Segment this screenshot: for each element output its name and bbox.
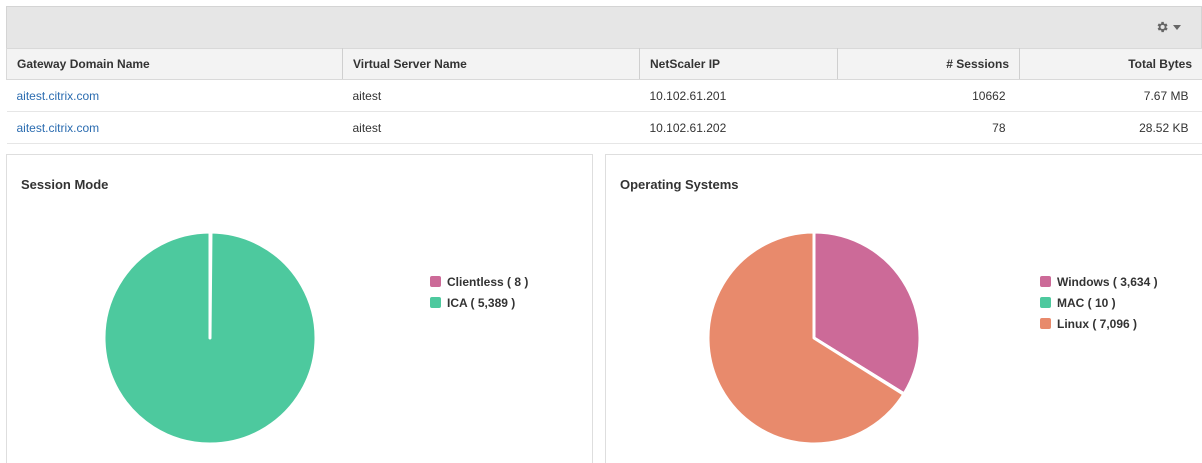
- gateway-domain-cell: aitest.citrix.com: [6, 79, 343, 112]
- sessions-cell: 10662: [837, 79, 1020, 112]
- column-header-netscaler-ip[interactable]: NetScaler IP: [639, 48, 838, 80]
- total-bytes-cell: 28.52 KB: [1019, 111, 1202, 144]
- table-row: aitest.citrix.com aitest 10.102.61.202 7…: [6, 111, 1202, 144]
- legend-swatch: [430, 276, 441, 287]
- legend-swatch: [1040, 276, 1051, 287]
- session-mode-panel: Session Mode Clientless ( 8 ) ICA ( 5,38…: [6, 154, 593, 463]
- legend-label: Linux ( 7,096 ): [1057, 316, 1138, 331]
- legend-label: MAC ( 10 ): [1057, 295, 1116, 310]
- column-header-sessions[interactable]: # Sessions: [837, 48, 1020, 80]
- legend-label: Clientless ( 8 ): [447, 274, 529, 289]
- total-bytes-cell: 7.67 MB: [1019, 79, 1202, 112]
- operating-systems-pie-chart: [706, 230, 922, 446]
- caret-down-icon: [1173, 24, 1181, 30]
- legend-item-windows[interactable]: Windows ( 3,634 ): [1040, 271, 1158, 292]
- legend-label: ICA ( 5,389 ): [447, 295, 516, 310]
- virtual-server-cell: aitest: [342, 111, 640, 144]
- session-mode-legend: Clientless ( 8 ) ICA ( 5,389 ): [430, 271, 528, 313]
- column-header-gateway-domain-name[interactable]: Gateway Domain Name: [6, 48, 343, 80]
- column-header-total-bytes[interactable]: Total Bytes: [1019, 48, 1202, 80]
- gateway-domain-link[interactable]: aitest.citrix.com: [17, 89, 100, 103]
- legend-label: Windows ( 3,634 ): [1057, 274, 1158, 289]
- operating-systems-panel: Operating Systems Windows ( 3,634 ) MAC …: [605, 154, 1202, 463]
- grid-toolbar: [6, 6, 1202, 48]
- virtual-server-cell: aitest: [342, 79, 640, 112]
- legend-item-ica[interactable]: ICA ( 5,389 ): [430, 292, 528, 313]
- legend-item-linux[interactable]: Linux ( 7,096 ): [1040, 313, 1158, 334]
- table-row: aitest.citrix.com aitest 10.102.61.201 1…: [6, 79, 1202, 112]
- sessions-cell: 78: [837, 111, 1020, 144]
- legend-item-mac[interactable]: MAC ( 10 ): [1040, 292, 1158, 313]
- legend-swatch: [430, 297, 441, 308]
- session-mode-title: Session Mode: [21, 177, 109, 192]
- gateway-domain-link[interactable]: aitest.citrix.com: [17, 121, 100, 135]
- legend-swatch: [1040, 318, 1051, 329]
- settings-menu-button[interactable]: [1155, 20, 1181, 34]
- pie-slice-ica[interactable]: [102, 230, 318, 446]
- operating-systems-title: Operating Systems: [620, 177, 739, 192]
- gateway-domain-cell: aitest.citrix.com: [6, 111, 343, 144]
- legend-item-clientless[interactable]: Clientless ( 8 ): [430, 271, 528, 292]
- netscaler-ip-cell: 10.102.61.201: [639, 79, 838, 112]
- table-header-row: Gateway Domain Name Virtual Server Name …: [6, 48, 1202, 80]
- operating-systems-legend: Windows ( 3,634 ) MAC ( 10 ) Linux ( 7,0…: [1040, 271, 1158, 334]
- session-mode-pie-chart: [102, 230, 318, 446]
- gateway-sessions-table: Gateway Domain Name Virtual Server Name …: [6, 48, 1202, 144]
- gear-icon: [1157, 21, 1168, 33]
- legend-swatch: [1040, 297, 1051, 308]
- netscaler-ip-cell: 10.102.61.202: [639, 111, 838, 144]
- column-header-virtual-server-name[interactable]: Virtual Server Name: [342, 48, 640, 80]
